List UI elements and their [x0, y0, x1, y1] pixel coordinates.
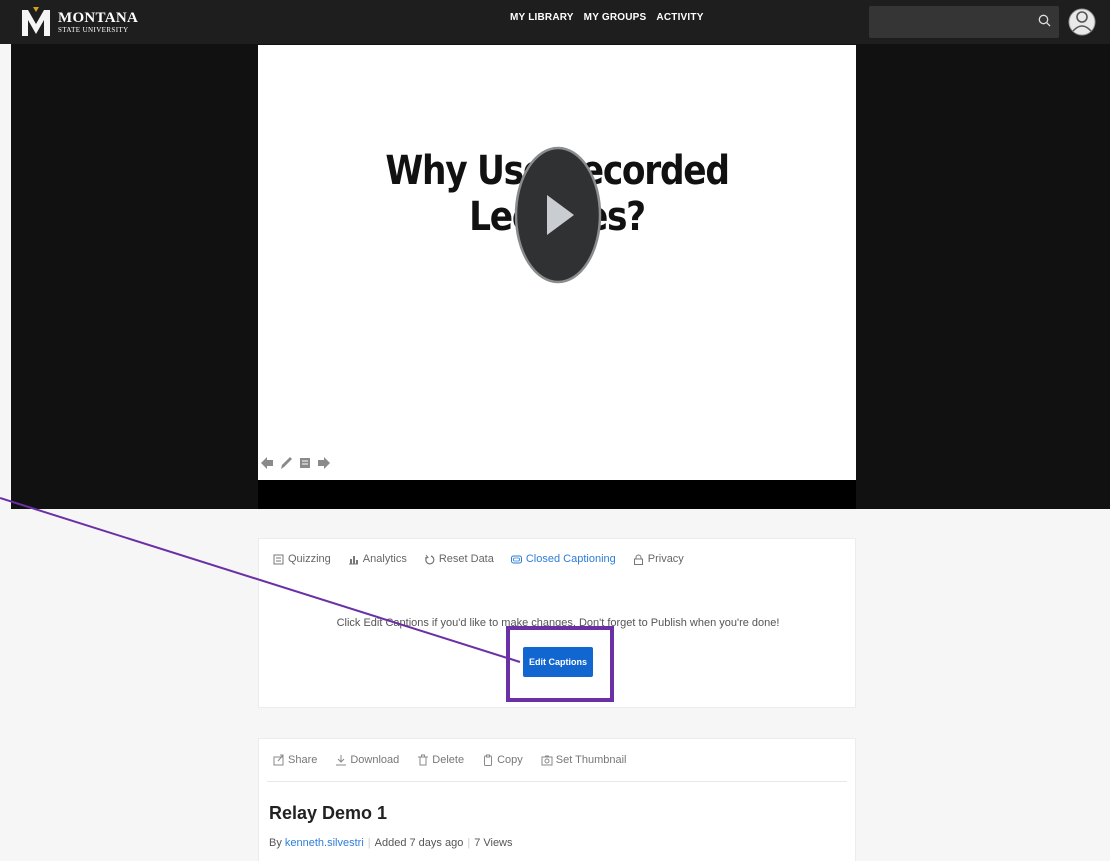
- university-logo[interactable]: MONTANA STATE UNIVERSITY: [20, 6, 138, 38]
- panel-tabs: Quizzing Analytics Reset Data Closed Cap…: [273, 553, 701, 565]
- video-title: Relay Demo 1: [269, 803, 388, 823]
- captions-icon: [510, 555, 522, 563]
- tab-label: Privacy: [647, 553, 684, 565]
- logo-title: MONTANA: [58, 9, 139, 26]
- share-icon: [273, 754, 284, 766]
- divider: [267, 781, 847, 782]
- copy-button[interactable]: Copy: [482, 754, 523, 766]
- action-label: Share: [288, 754, 318, 766]
- nav-activity[interactable]: ACTIVITY: [656, 12, 703, 23]
- tab-analytics[interactable]: Analytics: [348, 553, 407, 565]
- main-nav: MY LIBRARY MY GROUPS ACTIVITY: [510, 12, 704, 23]
- by-label: By: [269, 837, 282, 849]
- delete-button[interactable]: Delete: [417, 754, 464, 766]
- tab-privacy[interactable]: Privacy: [633, 553, 684, 565]
- action-label: Download: [350, 754, 400, 766]
- author-link[interactable]: kenneth.silvestri: [285, 837, 364, 849]
- action-label: Set Thumbnail: [555, 754, 627, 766]
- montana-m-logo-icon: [22, 7, 50, 36]
- page: MONTANA STATE UNIVERSITY MY LIBRARY MY G…: [0, 0, 1110, 861]
- chart-icon: [348, 555, 358, 564]
- view-count: 7 Views: [474, 837, 513, 849]
- captioning-panel: Quizzing Analytics Reset Data Closed Cap…: [258, 538, 856, 708]
- set-thumbnail-button[interactable]: Set Thumbnail: [541, 754, 627, 766]
- search-icon[interactable]: [1038, 14, 1051, 30]
- video-details-panel: Share Download Delete Copy Set Thumbnail…: [258, 738, 856, 861]
- quiz-icon: [273, 554, 284, 564]
- play-icon[interactable]: [514, 146, 602, 284]
- pen-icon[interactable]: [279, 456, 293, 470]
- lock-icon: [633, 554, 643, 565]
- tab-label: Analytics: [362, 553, 407, 565]
- action-label: Copy: [497, 754, 523, 766]
- video-meta: By kenneth.silvestri | Added 7 days ago | 7 …: [269, 837, 513, 849]
- tab-reset-data[interactable]: Reset Data: [424, 553, 494, 565]
- download-button[interactable]: Download: [335, 754, 399, 766]
- camera-icon: [541, 755, 553, 766]
- video-actions: Share Download Delete Copy Set Thumbnail: [273, 754, 645, 766]
- edit-captions-button[interactable]: Edit Captions: [523, 647, 593, 677]
- added-date: Added 7 days ago: [374, 837, 464, 849]
- slide-toolbar: [260, 456, 331, 470]
- reset-icon: [424, 554, 435, 564]
- arrow-right-icon[interactable]: [317, 456, 331, 470]
- arrow-left-icon[interactable]: [260, 456, 274, 470]
- search-input[interactable]: [869, 6, 1059, 38]
- nav-my-library[interactable]: MY LIBRARY: [510, 12, 574, 23]
- logo-subtitle: STATE UNIVERSITY: [58, 25, 129, 34]
- tab-label: Closed Captioning: [525, 553, 616, 565]
- caption-hint-text: Click Edit Captions if you'd like to mak…: [336, 617, 780, 629]
- tab-closed-captioning[interactable]: Closed Captioning: [510, 553, 616, 565]
- notes-icon[interactable]: [298, 456, 312, 470]
- top-navigation-bar: MONTANA STATE UNIVERSITY MY LIBRARY MY G…: [0, 0, 1110, 44]
- download-icon: [336, 755, 347, 766]
- copy-icon: [484, 754, 493, 766]
- trash-icon: [418, 754, 429, 766]
- video-controls-bar[interactable]: [258, 480, 856, 509]
- tab-quizzing[interactable]: Quizzing: [273, 553, 331, 565]
- user-avatar-icon[interactable]: [1068, 5, 1096, 39]
- action-label: Delete: [432, 754, 465, 766]
- share-button[interactable]: Share: [273, 754, 317, 766]
- tab-label: Quizzing: [288, 553, 331, 565]
- tab-label: Reset Data: [438, 553, 494, 565]
- nav-my-groups[interactable]: MY GROUPS: [584, 12, 647, 23]
